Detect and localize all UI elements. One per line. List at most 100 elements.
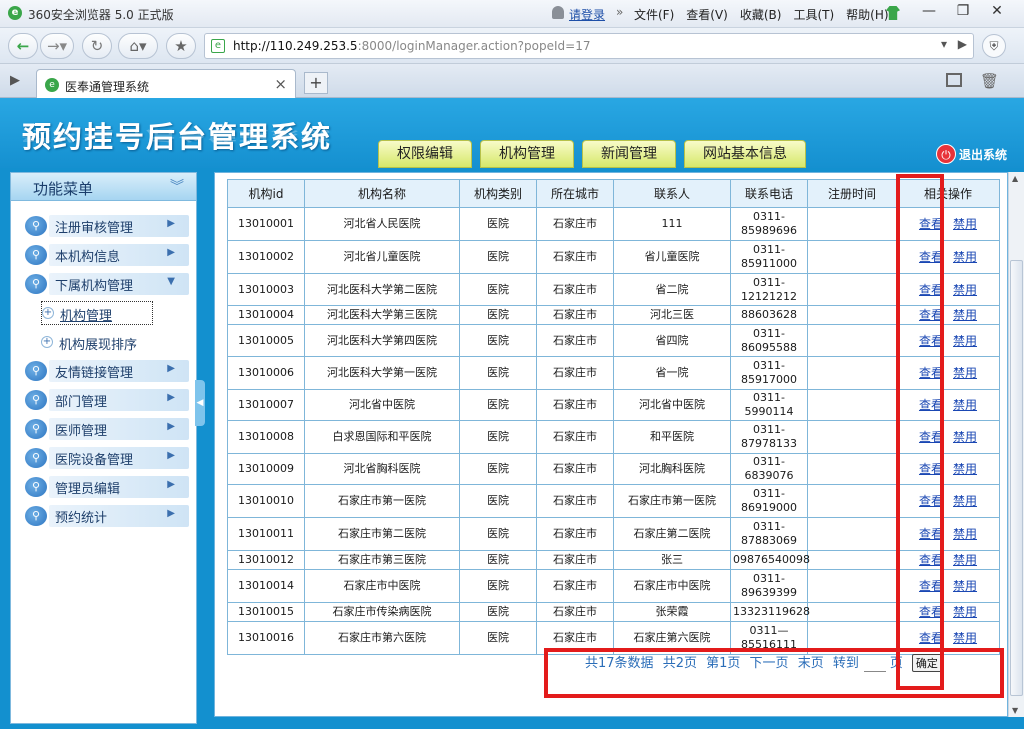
menu-favorites[interactable]: 收藏(B) — [740, 6, 782, 23]
col-name: 机构名称 — [304, 179, 460, 208]
favorite-star-button[interactable]: ★ — [166, 33, 196, 59]
sidebar-item-org-info[interactable]: ⚲ 本机构信息 ▶ — [21, 242, 189, 268]
view-link[interactable]: 查看 — [919, 605, 943, 619]
sidebar-item-doctor[interactable]: ⚲ 医师管理 ▶ — [21, 416, 189, 442]
disable-link[interactable]: 禁用 — [953, 308, 977, 322]
disable-link[interactable]: 禁用 — [953, 631, 977, 645]
view-link[interactable]: 查看 — [919, 366, 943, 380]
sidebar-item-admin[interactable]: ⚲ 管理员编辑 ▶ — [21, 474, 189, 500]
view-link[interactable]: 查看 — [919, 398, 943, 412]
plus-icon: + — [41, 336, 53, 348]
new-tab-button[interactable]: + — [304, 72, 328, 94]
login-link[interactable]: 请登录 — [569, 6, 605, 23]
table-row: 13010015 石家庄市传染病医院 医院 石家庄市 张荣霞 13323119628 查看禁… — [227, 602, 1000, 622]
disable-link[interactable]: 禁用 — [953, 430, 977, 444]
disable-link[interactable]: 禁用 — [953, 250, 977, 264]
disable-link[interactable]: 禁用 — [953, 579, 977, 593]
page-scrollbar[interactable]: ▲ ▼ — [1008, 172, 1024, 717]
disable-link[interactable]: 禁用 — [953, 494, 977, 508]
view-link[interactable]: 查看 — [919, 308, 943, 322]
col-actions: 相关操作 — [896, 179, 1000, 208]
close-window-button[interactable]: ✕ — [980, 0, 1014, 22]
url-text[interactable]: http://110.249.253.5:8000/loginManager.a… — [233, 39, 590, 53]
collapse-chevron-icon[interactable]: ︾ — [170, 176, 184, 196]
forward-button[interactable]: →▾ — [40, 33, 74, 59]
cell-city: 石家庄市 — [536, 453, 614, 485]
browser-app-title: 360安全浏览器 5.0 正式版 — [28, 8, 174, 22]
sidebar-collapse-handle[interactable]: ◀ — [195, 380, 205, 426]
nav-site-info[interactable]: 网站基本信息 — [684, 140, 806, 168]
sidebar-subitem-org-sort[interactable]: + 机构展现排序 — [41, 331, 171, 355]
pager-next-link[interactable]: 下一页 — [750, 656, 789, 671]
disable-link[interactable]: 禁用 — [953, 366, 977, 380]
cell-name: 石家庄市传染病医院 — [304, 602, 460, 622]
menu-view[interactable]: 查看(V) — [686, 6, 728, 23]
menu-tools[interactable]: 工具(T) — [793, 6, 834, 23]
view-link[interactable]: 查看 — [919, 334, 943, 348]
trash-icon[interactable]: 🗑 — [980, 72, 999, 90]
view-link[interactable]: 查看 — [919, 462, 943, 476]
cell-contact: 石家庄市第一医院 — [613, 484, 731, 518]
disable-link[interactable]: 禁用 — [953, 553, 977, 567]
view-link[interactable]: 查看 — [919, 494, 943, 508]
goto-page-input[interactable] — [863, 656, 886, 672]
sidebar-item-stats[interactable]: ⚲ 预约统计 ▶ — [21, 503, 189, 529]
cell-contact: 省四院 — [613, 324, 731, 357]
sidebar-subitem-label: 机构管理 — [60, 309, 113, 324]
key-icon: ⚲ — [25, 274, 47, 294]
address-bar[interactable]: e http://110.249.253.5:8000/loginManager… — [204, 33, 974, 59]
view-link[interactable]: 查看 — [919, 631, 943, 645]
maximize-button[interactable]: ❐ — [946, 0, 980, 22]
cell-actions: 查看 禁用 — [896, 621, 1000, 655]
key-icon: ⚲ — [25, 216, 47, 236]
sidebar-item-department[interactable]: ⚲ 部门管理 ▶ — [21, 387, 189, 413]
disable-link[interactable]: 禁用 — [953, 462, 977, 476]
disable-link[interactable]: 禁用 — [953, 398, 977, 412]
cell-phone: 0311—85516111 — [730, 621, 808, 655]
view-link[interactable]: 查看 — [919, 283, 943, 297]
cell-reg-time — [807, 550, 897, 570]
pager-last-link[interactable]: 末页 — [798, 656, 824, 671]
view-link[interactable]: 查看 — [919, 430, 943, 444]
refresh-button[interactable]: ↻ — [82, 33, 112, 59]
back-button[interactable]: ← — [8, 33, 38, 59]
sidebar-item-links[interactable]: ⚲ 友情链接管理 ▶ — [21, 358, 189, 384]
scroll-thumb[interactable] — [1010, 260, 1023, 696]
shield-icon[interactable]: ⛨ — [982, 34, 1006, 58]
menu-help[interactable]: 帮助(H) — [846, 6, 888, 23]
disable-link[interactable]: 禁用 — [953, 605, 977, 619]
key-icon: ⚲ — [25, 361, 47, 381]
address-dropdown-icon[interactable]: ▾ — [941, 37, 947, 51]
view-link[interactable]: 查看 — [919, 527, 943, 541]
nav-permission-edit[interactable]: 权限编辑 — [378, 140, 472, 168]
disable-link[interactable]: 禁用 — [953, 334, 977, 348]
go-arrow-icon[interactable]: ▶ — [958, 37, 967, 51]
sidebar-item-equipment[interactable]: ⚲ 医院设备管理 ▶ — [21, 445, 189, 471]
disable-link[interactable]: 禁用 — [953, 527, 977, 541]
disable-link[interactable]: 禁用 — [953, 217, 977, 231]
sidebar-subitem-org-management[interactable]: + 机构管理 — [41, 301, 153, 325]
view-link[interactable]: 查看 — [919, 553, 943, 567]
tab-close-icon[interactable]: × — [274, 75, 287, 93]
disable-link[interactable]: 禁用 — [953, 283, 977, 297]
nav-news-management[interactable]: 新闻管理 — [582, 140, 676, 168]
view-link[interactable]: 查看 — [919, 579, 943, 593]
logout-button[interactable]: ⏻ 退出系统 — [936, 144, 1007, 164]
browser-tab[interactable]: e 医奉通管理系统 × — [36, 69, 296, 98]
scroll-down-icon[interactable]: ▼ — [1012, 706, 1018, 715]
menu-file[interactable]: 文件(F) — [634, 6, 674, 23]
sidebar-toggle-icon[interactable]: ▶ — [10, 73, 20, 88]
browser-titlebar: e 360安全浏览器 5.0 正式版 请登录 » 文件(F) 查看(V) 收藏(… — [0, 0, 1024, 28]
sidebar-item-sub-org[interactable]: ⚲ 下属机构管理 ▼ — [21, 271, 189, 297]
nav-org-management[interactable]: 机构管理 — [480, 140, 574, 168]
view-link[interactable]: 查看 — [919, 217, 943, 231]
minimize-button[interactable]: — — [912, 0, 946, 22]
home-button[interactable]: ⌂▾ — [118, 33, 158, 59]
cell-name: 河北医科大学第二医院 — [304, 273, 460, 306]
sidebar-item-label: 部门管理 — [55, 395, 108, 410]
window-switch-icon[interactable] — [946, 73, 962, 87]
view-link[interactable]: 查看 — [919, 250, 943, 264]
goto-confirm-button[interactable]: 确定 — [911, 654, 942, 672]
sidebar-item-register-review[interactable]: ⚲ 注册审核管理 ▶ — [21, 213, 189, 239]
scroll-up-icon[interactable]: ▲ — [1012, 174, 1018, 183]
